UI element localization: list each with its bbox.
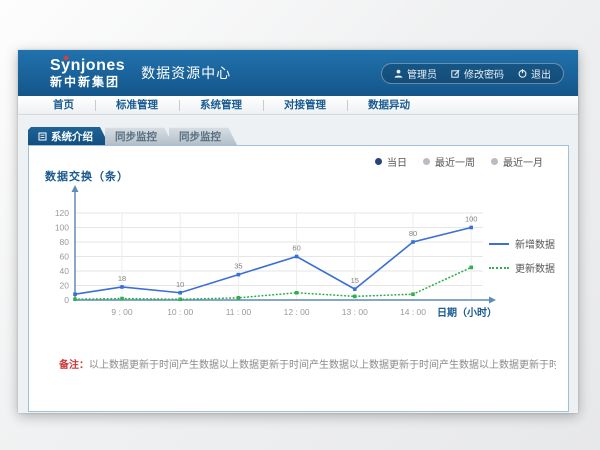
svg-text:40: 40 <box>60 266 70 276</box>
chart-legend: 新增数据 更新数据 <box>489 236 555 275</box>
svg-text:13 : 00: 13 : 00 <box>342 307 368 317</box>
footnote-text: 以上数据更新于时间产生数据以上数据更新于时间产生数据以上数据更新于时间产生数据以… <box>89 360 556 371</box>
svg-text:10 : 00: 10 : 00 <box>167 307 193 317</box>
user-icon <box>394 69 403 78</box>
content-panel: 当日 最近一周 最近一月 数据交换（条） 0204060801001209 : … <box>28 145 569 412</box>
line-chart: 0 20 40 60 80 100 120 9 : 00 10 : 00 11 : 00 12 : … <box>29 146 568 412</box>
logout-button[interactable]: 退出 <box>518 66 551 81</box>
tab-bar: 系统介绍 同步监控 同步监控 <box>28 127 233 145</box>
svg-text:20: 20 <box>60 281 70 291</box>
logo-text-en: Synjones <box>50 58 125 74</box>
change-password-button[interactable]: 修改密码 <box>451 66 504 81</box>
tab-system-intro[interactable]: 系统介绍 <box>28 127 109 145</box>
tab-sync-monitor-1[interactable]: 同步监控 <box>105 127 173 145</box>
main-nav: 首页 标准管理 系统管理 对接管理 数据异动 <box>18 96 578 115</box>
legend-item-update-data[interactable]: 更新数据 <box>489 260 555 275</box>
svg-text:80: 80 <box>409 229 417 238</box>
svg-text:14 : 00: 14 : 00 <box>400 307 426 317</box>
nav-item-standard-mgmt[interactable]: 标准管理 <box>95 96 179 115</box>
svg-text:120: 120 <box>55 208 69 218</box>
power-icon <box>518 69 527 78</box>
nav-item-interface-mgmt[interactable]: 对接管理 <box>263 96 347 115</box>
legend-item-new-data[interactable]: 新增数据 <box>489 236 555 251</box>
svg-text:9 : 00: 9 : 00 <box>111 307 133 317</box>
svg-text:日期（小时）: 日期（小时） <box>437 306 497 319</box>
footnote: 备注：以上数据更新于时间产生数据以上数据更新于时间产生数据以上数据更新于时间产生… <box>59 356 556 371</box>
svg-text:100: 100 <box>55 223 69 233</box>
logo-text-cn: 新中新集团 <box>50 76 125 88</box>
svg-text:18: 18 <box>118 274 126 283</box>
nav-item-home[interactable]: 首页 <box>32 96 95 115</box>
legend-line-sample <box>489 267 509 269</box>
svg-text:12 : 00: 12 : 00 <box>284 307 310 317</box>
svg-text:11 : 00: 11 : 00 <box>226 307 252 317</box>
page-title: 数据资源中心 <box>141 63 231 83</box>
tab-sync-monitor-2[interactable]: 同步监控 <box>169 127 237 145</box>
legend-line-sample <box>489 243 509 245</box>
admin-user-button[interactable]: 管理员 <box>394 66 437 81</box>
footnote-label: 备注： <box>59 360 89 371</box>
svg-text:100: 100 <box>465 215 478 224</box>
svg-text:35: 35 <box>234 262 242 271</box>
app-header: Synjones 新中新集团 数据资源中心 管理员 修改密码 <box>18 50 578 96</box>
nav-item-data-change[interactable]: 数据异动 <box>347 96 431 115</box>
svg-text:10: 10 <box>176 280 184 289</box>
svg-text:80: 80 <box>60 237 70 247</box>
edit-icon <box>451 69 460 78</box>
svg-text:60: 60 <box>60 252 70 262</box>
svg-text:0: 0 <box>64 295 69 305</box>
app-window: Synjones 新中新集团 数据资源中心 管理员 修改密码 <box>18 50 578 413</box>
svg-text:60: 60 <box>292 244 300 253</box>
user-pill: 管理员 修改密码 退出 <box>381 63 564 84</box>
nav-item-system-mgmt[interactable]: 系统管理 <box>179 96 263 115</box>
content-area: 系统介绍 同步监控 同步监控 当日 最近一周 <box>18 116 578 413</box>
logo: Synjones 新中新集团 <box>50 58 125 88</box>
svg-text:15: 15 <box>351 276 359 285</box>
document-icon <box>38 132 47 141</box>
